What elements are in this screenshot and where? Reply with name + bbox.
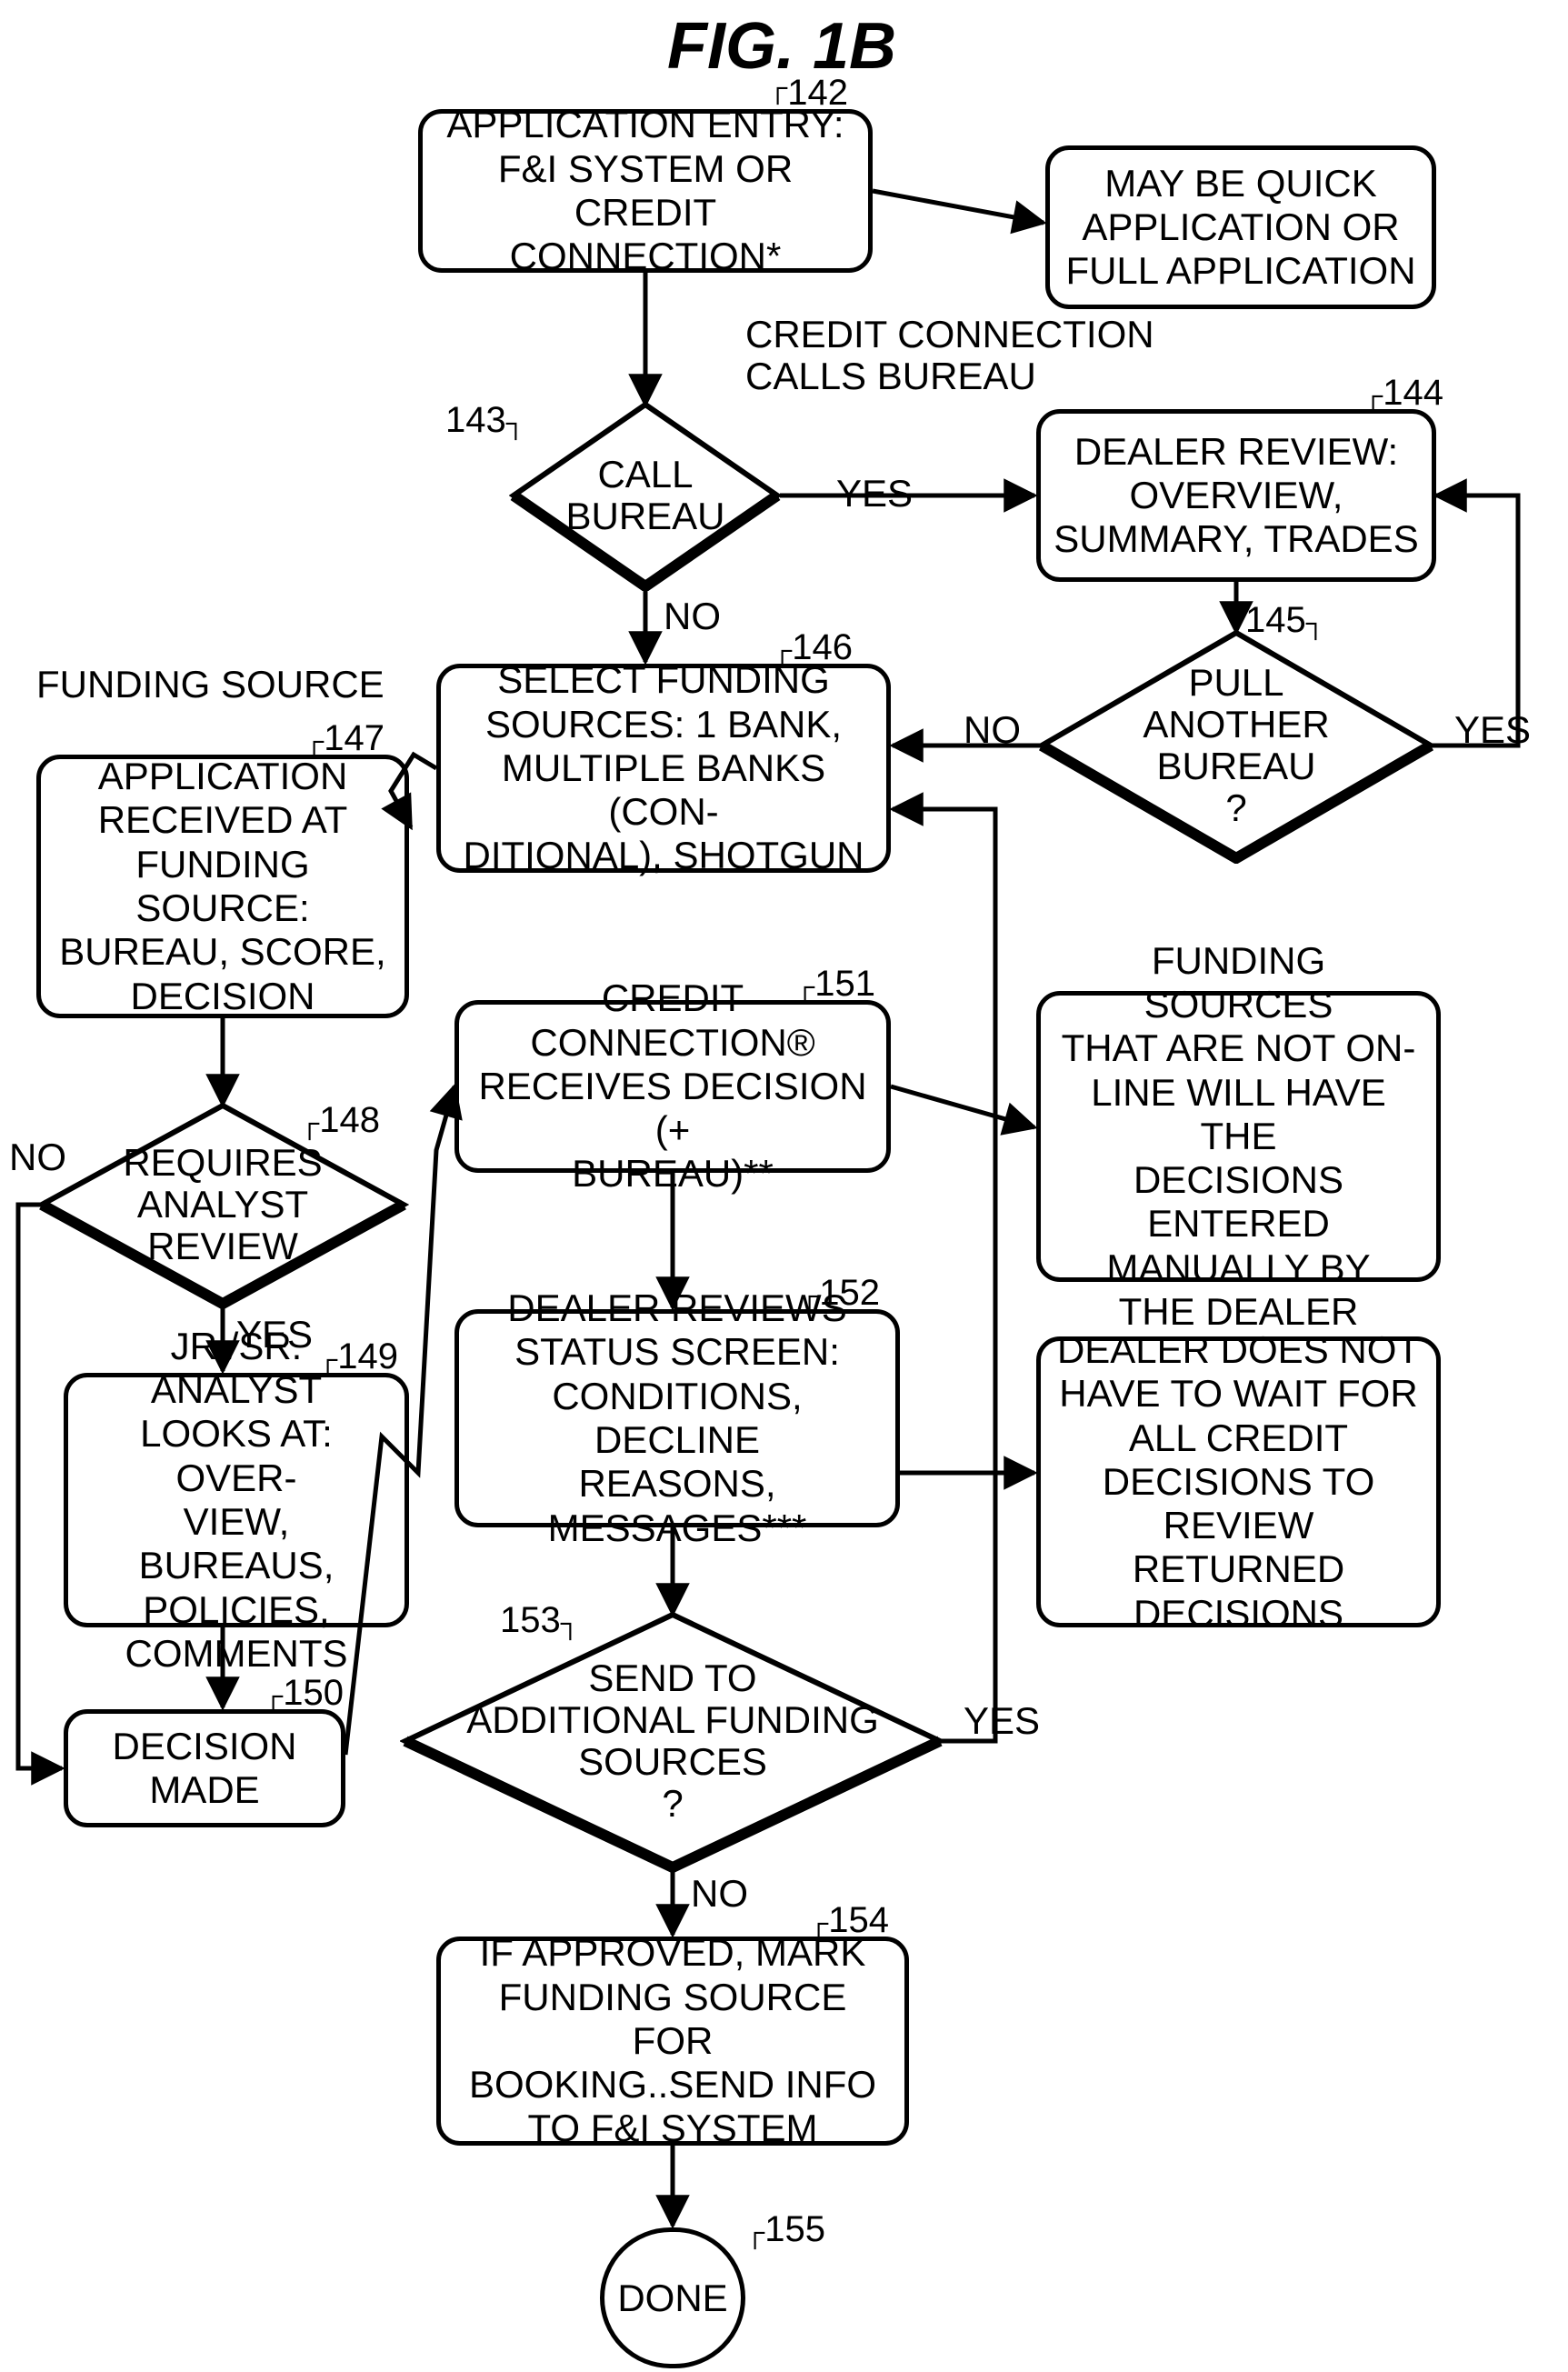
node-144-text: DEALER REVIEW:OVERVIEW,SUMMARY, TRADES (1054, 430, 1418, 562)
ref-151: ┌151 (795, 964, 875, 1005)
node-153: SEND TOADDITIONAL FUNDINGSOURCES? (400, 1609, 945, 1873)
node-142: APPLICATION ENTRY:F&I SYSTEM OR CREDITCO… (418, 109, 873, 273)
node-143: CALLBUREAU (509, 400, 782, 591)
node-146-text: SELECT FUNDINGSOURCES: 1 BANK,MULTIPLE B… (454, 658, 874, 877)
ref-155: ┌155 (745, 2209, 825, 2250)
node-147: APPLICATIONRECEIVED ATFUNDING SOURCE:BUR… (36, 755, 409, 1018)
label-153-yes: YES (964, 1700, 1040, 1742)
ref-154: ┌154 (809, 1900, 889, 1941)
node-145: PULLANOTHERBUREAU? (1036, 627, 1436, 864)
node-147-text: APPLICATIONRECEIVED ATFUNDING SOURCE:BUR… (54, 755, 392, 1018)
node-154: IF APPROVED, MARKFUNDING SOURCE FORBOOKI… (436, 1937, 909, 2146)
node-149: JR./SR. ANALYSTLOOKS AT: OVER-VIEW, BURE… (64, 1373, 409, 1627)
ref-147: ┌147 (305, 718, 385, 759)
node-155: DONE (600, 2227, 745, 2368)
node-145-text: PULLANOTHERBUREAU? (1143, 662, 1329, 830)
node-151: CREDIT CONNECTION®RECEIVES DECISION (+BU… (454, 1000, 891, 1173)
ref-152: ┌152 (800, 1273, 880, 1314)
node-148-text: REQUIRESANALYSTREVIEW (123, 1142, 322, 1268)
node-144: DEALER REVIEW:OVERVIEW,SUMMARY, TRADES (1036, 409, 1436, 582)
ref-145: 145┐ (1245, 600, 1325, 641)
node-146: SELECT FUNDINGSOURCES: 1 BANK,MULTIPLE B… (436, 664, 891, 873)
node-150-text: DECISIONMADE (112, 1725, 296, 1813)
label-145-no: NO (964, 709, 1021, 751)
note-no-wait: DEALER DOES NOTHAVE TO WAIT FORALL CREDI… (1036, 1336, 1441, 1627)
ref-143: 143┐ (445, 400, 525, 441)
ref-144: ┌144 (1363, 373, 1443, 414)
note-manual-entry: FUNDING SOURCESTHAT ARE NOT ON-LINE WILL… (1036, 991, 1441, 1282)
node-143-text: CALLBUREAU (565, 454, 724, 537)
ref-150: ┌150 (264, 1673, 344, 1714)
node-150: DECISIONMADE (64, 1709, 345, 1827)
ref-146: ┌146 (773, 627, 853, 668)
label-148-no: NO (9, 1136, 66, 1178)
note-manual-entry-text: FUNDING SOURCESTHAT ARE NOT ON-LINE WILL… (1054, 939, 1423, 1335)
label-credit-conn-calls: CREDIT CONNECTIONCALLS BUREAU (745, 314, 1173, 397)
label-145-yes: YES (1454, 709, 1531, 751)
node-154-text: IF APPROVED, MARKFUNDING SOURCE FORBOOKI… (454, 1931, 892, 2150)
label-143-no: NO (664, 596, 721, 637)
note-no-wait-text: DEALER DOES NOTHAVE TO WAIT FORALL CREDI… (1054, 1328, 1423, 1636)
note-quick-app-text: MAY BE QUICKAPPLICATION ORFULL APPLICATI… (1065, 162, 1415, 294)
label-153-no: NO (691, 1873, 748, 1915)
ref-148: ┌148 (300, 1100, 380, 1141)
node-142-text: APPLICATION ENTRY:F&I SYSTEM OR CREDITCO… (435, 103, 855, 278)
node-152: DEALER REVIEWSSTATUS SCREEN:CONDITIONS, … (454, 1309, 900, 1527)
node-151-text: CREDIT CONNECTION®RECEIVES DECISION (+BU… (472, 976, 874, 1196)
node-152-text: DEALER REVIEWSSTATUS SCREEN:CONDITIONS, … (472, 1286, 883, 1550)
ref-149: ┌149 (318, 1336, 398, 1377)
note-quick-app: MAY BE QUICKAPPLICATION ORFULL APPLICATI… (1045, 145, 1436, 309)
node-153-text: SEND TOADDITIONAL FUNDINGSOURCES? (466, 1657, 878, 1826)
label-funding-source: FUNDING SOURCE (36, 664, 385, 706)
ref-153: 153┐ (500, 1600, 580, 1641)
ref-142: ┌142 (768, 73, 848, 114)
label-143-yes: YES (836, 473, 913, 515)
node-155-text: DONE (617, 2277, 727, 2320)
